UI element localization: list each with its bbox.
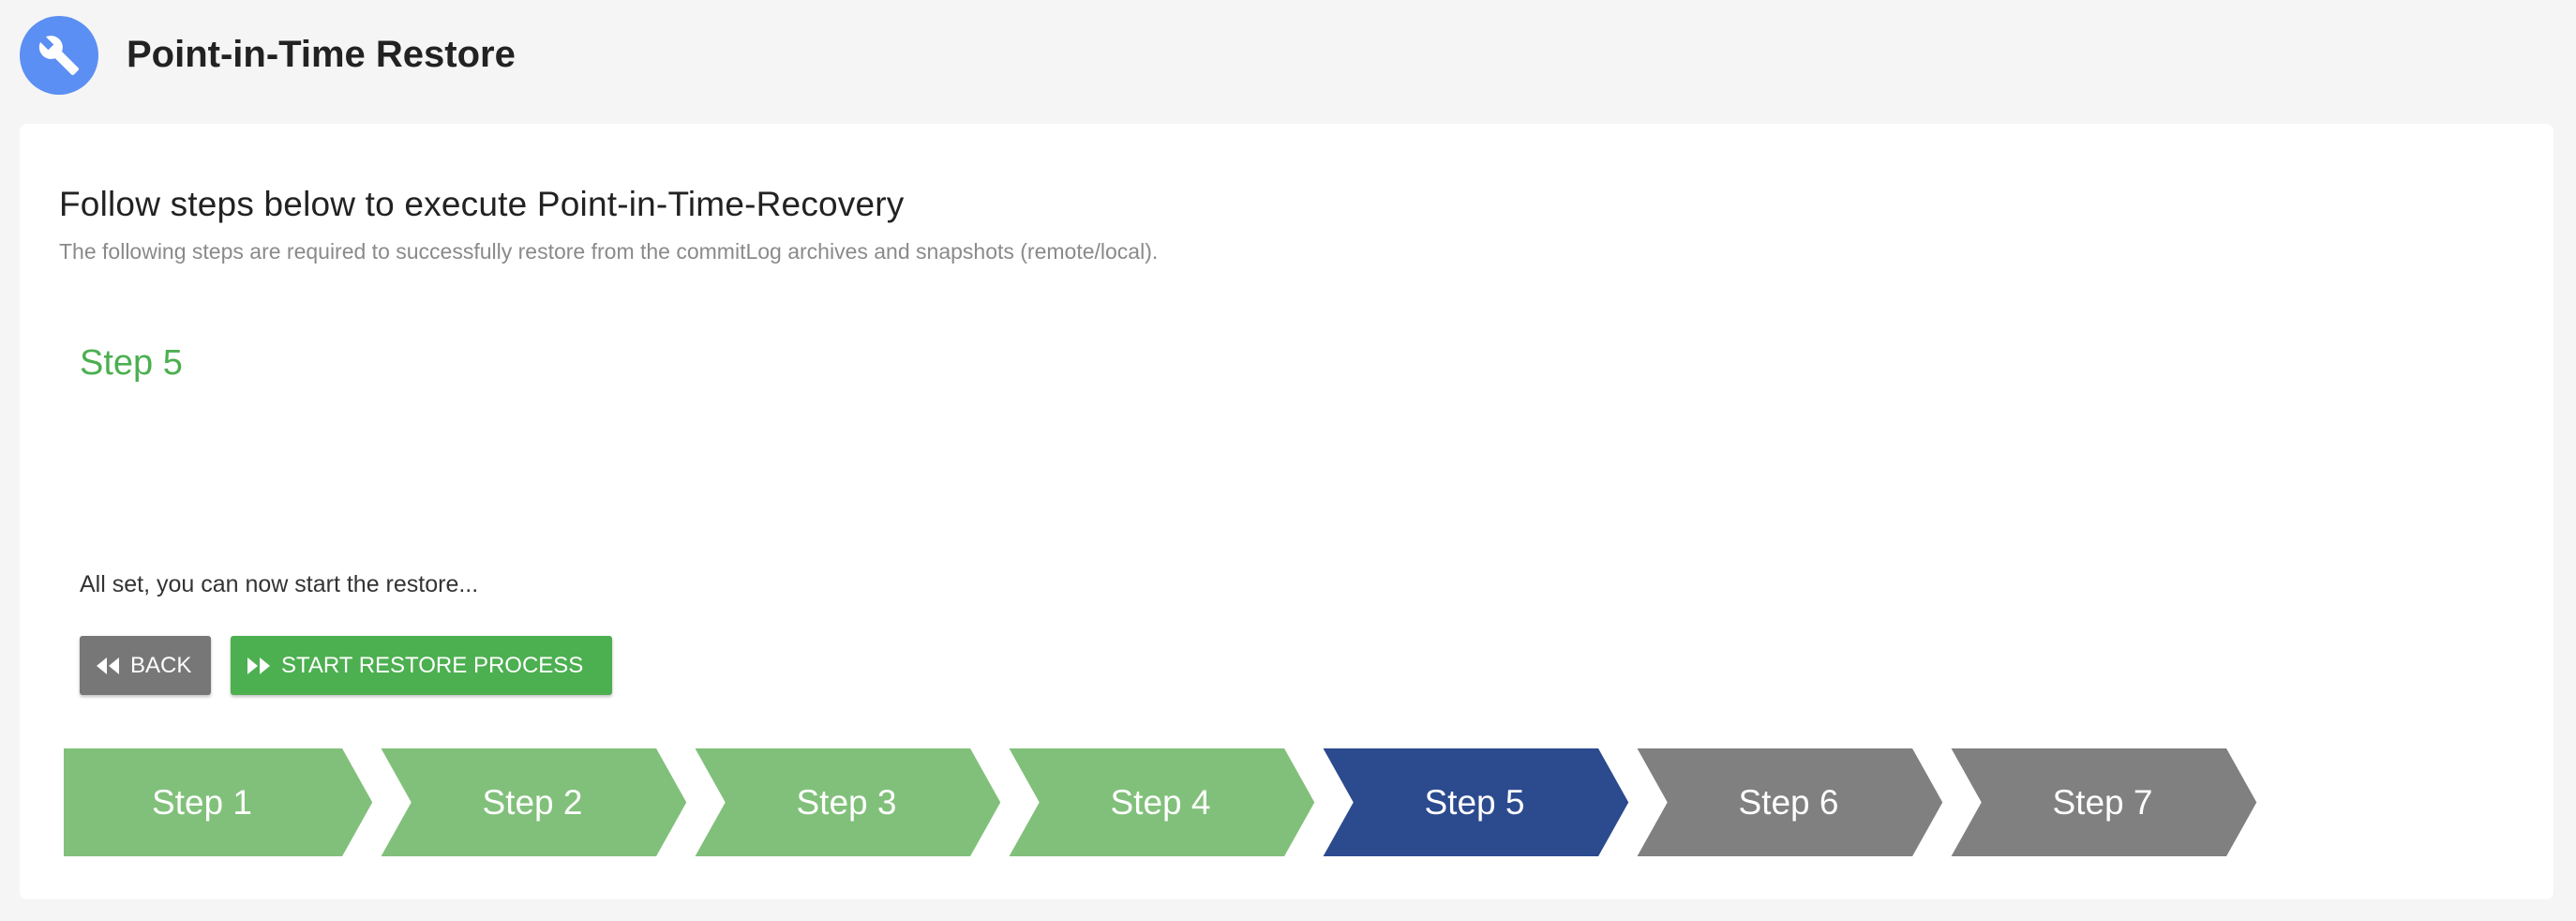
restore-card: Follow steps below to execute Point-in-T… [20,124,2554,899]
start-restore-button[interactable]: START RESTORE PROCESS [231,636,612,695]
step-2-chevron[interactable] [367,744,697,861]
step-6-chevron[interactable] [1624,744,1954,861]
back-button[interactable]: BACK [80,636,211,695]
step-arrows [59,744,2268,861]
step-1-chevron[interactable] [59,744,383,861]
start-restore-button-label: START RESTORE PROCESS [281,652,584,678]
fast-forward-icon [246,656,272,676]
ready-message: All set, you can now start the restore..… [80,571,479,597]
wrench-icon [20,16,98,95]
step-5-chevron[interactable] [1310,744,1640,861]
step-3-chevron[interactable] [681,744,1011,861]
step-7-chevron[interactable] [1938,744,2268,861]
card-subheading: The following steps are required to succ… [59,239,1159,264]
back-button-label: BACK [130,652,192,678]
step-progress-bar: Step 1 Step 2 Step 3 Step 4 Step 5 Step 6 Step… [59,744,2309,861]
step-4-chevron[interactable] [996,744,1325,861]
rewind-icon [95,656,121,676]
page-title: Point-in-Time Restore [127,34,516,75]
card-heading: Follow steps below to execute Point-in-T… [59,185,905,223]
current-step-title: Step 5 [80,343,183,383]
page-header: Point-in-Time Restore [0,0,2576,113]
